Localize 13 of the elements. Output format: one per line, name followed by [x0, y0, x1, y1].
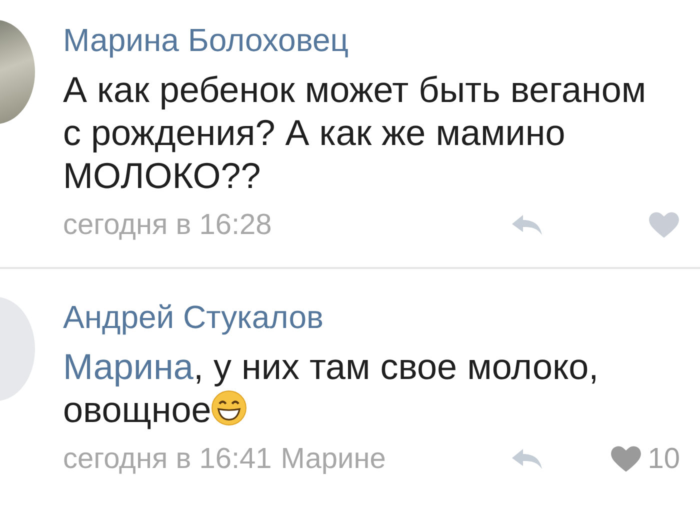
like-count: 10: [648, 442, 680, 476]
comment-time: сегодня в 16:28: [63, 208, 272, 243]
reply-icon[interactable]: [510, 213, 544, 237]
heart-icon[interactable]: [648, 211, 680, 239]
comment-text: А как ребенок может быть веганом с рождения? А как же мамино МОЛОКО??: [63, 68, 648, 197]
reply-to-link[interactable]: Марине: [280, 441, 386, 477]
author-name[interactable]: Марина Болоховец: [63, 20, 680, 60]
reply-icon[interactable]: [510, 447, 544, 471]
comment-text: Марина, у них там свое молоко, овощное: [63, 345, 600, 431]
heart-icon[interactable]: [610, 445, 642, 473]
author-name[interactable]: Андрей Стукалов: [63, 297, 680, 337]
mention-link[interactable]: Марина: [63, 346, 194, 387]
comment-time: сегодня в 16:41: [63, 442, 272, 477]
